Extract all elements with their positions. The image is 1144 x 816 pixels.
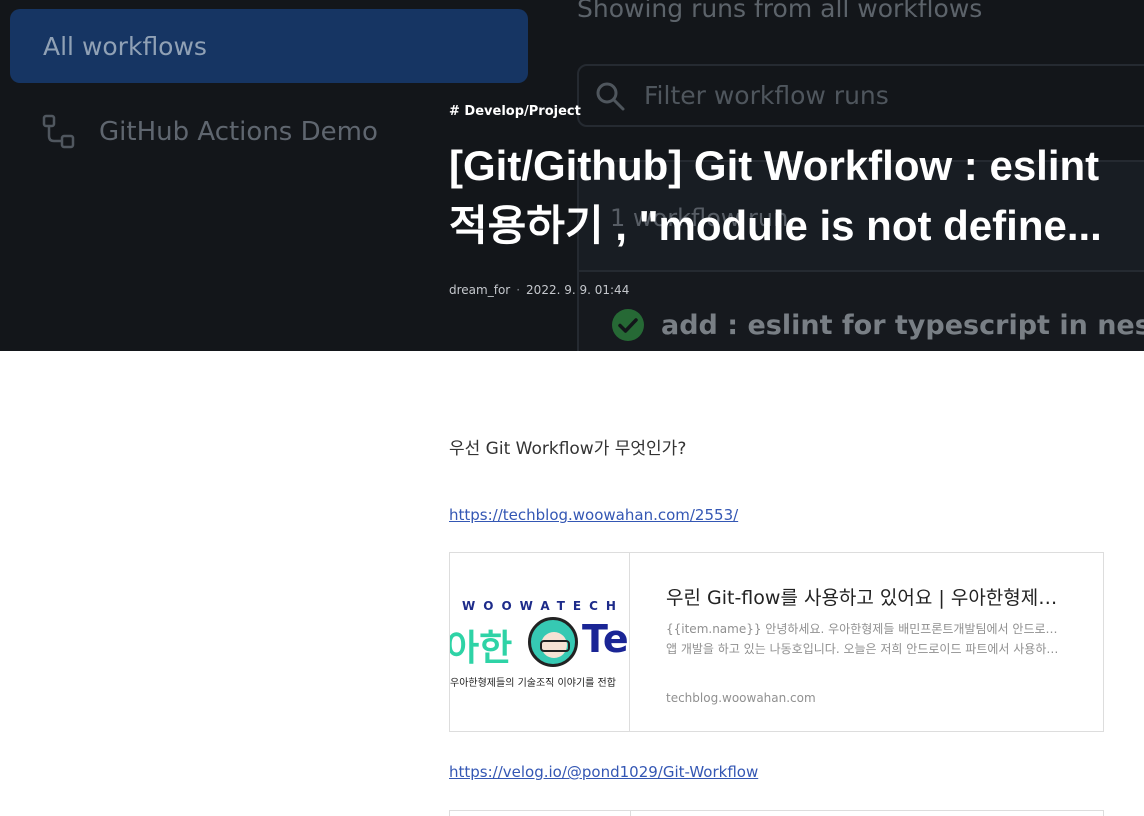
thumbnail-wordmark: WOOWATECH xyxy=(462,599,624,613)
post-title-line-2: 적용하기 , "module is not define... xyxy=(449,202,1102,249)
thumbnail-caption: 우아한형제들의 기술조직 이야기를 전합 xyxy=(450,678,616,689)
post-author: dream_for xyxy=(449,283,511,297)
post-title: [Git/Github] Git Workflow : eslint 적용하기 … xyxy=(449,136,1139,256)
link-preview-card[interactable]: WOOWATECH 아한 Tec 우아한형제들의 기술조직 이야기를 전합 우린… xyxy=(449,552,1104,732)
card-description-line-1: {{item.name}} 안녕하세요. 우아한형제들 배민프론트개발팀에서 안… xyxy=(666,622,1066,636)
intro-paragraph: 우선 Git Workflow가 무엇인가? xyxy=(449,439,687,459)
post-title-line-1: [Git/Github] Git Workflow : eslint xyxy=(449,142,1100,189)
card-body: 우린 Git-flow를 사용하고 있어요 | 우아한형제들 기술블로그 {{i… xyxy=(666,553,1066,731)
thumbnail-tec: Tec xyxy=(582,617,629,661)
post-meta: dream_for · 2022. 9. 9. 01:44 xyxy=(449,283,629,297)
velog-link[interactable]: https://velog.io/@pond1029/Git-Workflow xyxy=(449,763,758,781)
card-thumbnail: WOOWATECH 아한 Tec 우아한형제들의 기술조직 이야기를 전합 xyxy=(450,553,630,731)
meta-separator: · xyxy=(516,283,521,297)
thumbnail-hangul: 아한 xyxy=(450,628,513,669)
card-domain: techblog.woowahan.com xyxy=(666,691,816,705)
mascot-icon xyxy=(528,617,578,667)
link-preview-card-2[interactable] xyxy=(449,810,1104,816)
card-description: {{item.name}} 안녕하세요. 우아한형제들 배민프론트개발팀에서 안… xyxy=(666,619,1066,659)
card-title: 우린 Git-flow를 사용하고 있어요 | 우아한형제들 기술블로그 xyxy=(666,587,1066,609)
post-hero: All workflows GitHub Actions Demo Showin… xyxy=(0,0,1144,351)
post-date: 2022. 9. 9. 01:44 xyxy=(526,283,630,297)
card-description-line-2: 앱 개발을 하고 있는 나동호입니다. 오늘은 저희 안드로이드 파트에서 사용… xyxy=(666,642,1066,656)
card-2-divider xyxy=(630,811,631,816)
post-category-link[interactable]: # Develop/Project xyxy=(449,104,581,119)
woowahan-link[interactable]: https://techblog.woowahan.com/2553/ xyxy=(449,506,738,524)
